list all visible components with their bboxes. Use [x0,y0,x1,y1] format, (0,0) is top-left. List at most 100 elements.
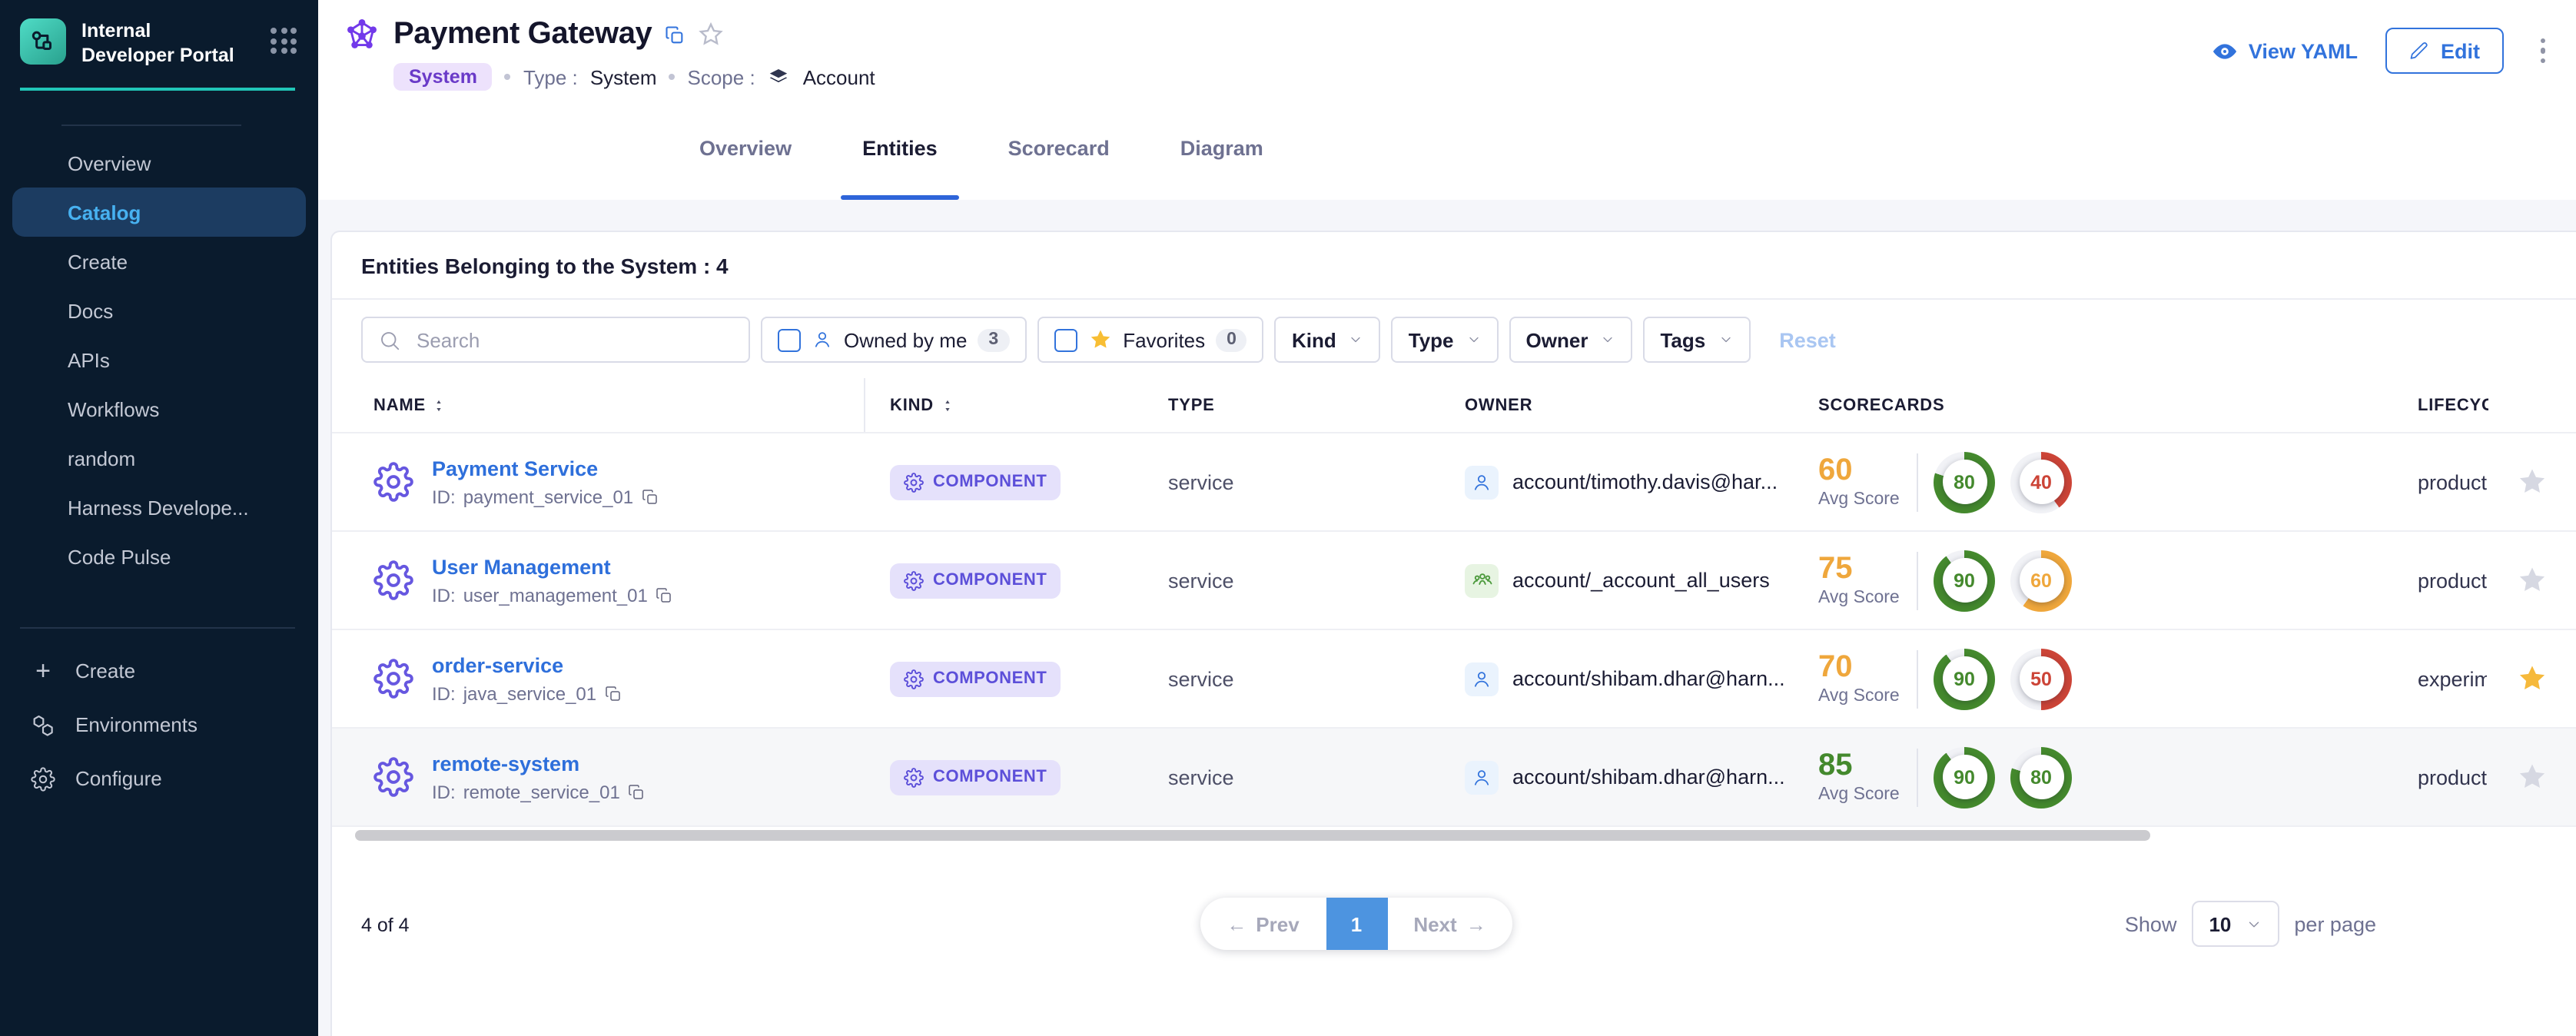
sidebar-item-overview[interactable]: Overview [12,138,306,188]
search-input[interactable] [413,327,733,353]
entity-id: ID:remote_service_01 [432,781,646,802]
table-row[interactable]: Payment Service ID:payment_service_01 CO [332,433,2576,532]
scorecard-gauge: 50 [2010,648,2072,709]
edit-button[interactable]: Edit [2385,28,2503,74]
page-size-select[interactable]: 10 [2192,901,2279,947]
page-header-left: Payment Gateway System Type : System Sco… [343,15,875,91]
column-header-name[interactable]: NAME [373,396,853,414]
view-yaml-button[interactable]: View YAML [2212,38,2358,64]
current-page-button[interactable]: 1 [1326,898,1387,950]
sidebar-item-apis[interactable]: APIs [12,335,306,384]
type-cell: service [1168,470,1234,493]
tab-scorecard[interactable]: Scorecard [987,95,1131,200]
horizontal-scrollbar [332,827,2576,844]
dot-separator [669,74,676,80]
entity-name-link[interactable]: User Management [432,555,674,578]
sidebar-item-create[interactable]: Create [12,237,306,286]
person-icon [1465,760,1499,794]
copy-icon[interactable] [656,586,674,604]
type-label: Type : [523,65,578,88]
pagination: 4 of 4 ← Prev 1 Next → Show [332,844,2576,991]
kind-dropdown[interactable]: Kind [1275,317,1381,363]
tab-overview[interactable]: Overview [678,95,813,200]
favorites-checkbox[interactable] [1054,328,1077,351]
type-dropdown[interactable]: Type [1392,317,1499,363]
owned-by-me-filter[interactable]: Owned by me 3 [761,317,1026,363]
tab-bar: Overview Entities Scorecard Diagram [318,95,2576,200]
scope-label: Scope : [688,65,755,88]
copy-icon[interactable] [641,487,659,506]
show-label: Show [2125,912,2177,935]
column-header-type: TYPE [1168,396,1215,414]
copy-icon[interactable] [628,782,646,801]
chevron-down-icon [1718,332,1733,347]
kind-chip: COMPONENT [890,661,1061,696]
favorite-star-icon[interactable] [2516,662,2548,695]
favorite-cell [2487,630,2576,727]
sort-icon[interactable] [432,396,446,414]
sidebar-item-docs[interactable]: Docs [12,286,306,335]
sidebar-item-catalog[interactable]: Catalog [12,188,306,237]
table-row[interactable]: remote-system ID:remote_service_01 COMPO [332,729,2576,827]
prev-page-button[interactable]: ← Prev [1200,898,1326,950]
sidebar-item-harness-developer[interactable]: Harness Develope... [12,483,306,532]
favorite-star-icon[interactable] [2516,761,2548,793]
entity-name-link[interactable]: remote-system [432,752,646,775]
score-divider [1917,453,1918,511]
component-gear-icon [373,560,413,600]
reset-button[interactable]: Reset [1779,328,1836,351]
prev-arrow-icon: ← [1227,912,1247,935]
sidebar-item-workflows[interactable]: Workflows [12,384,306,433]
sidebar-footer-configure[interactable]: Configure [0,752,318,805]
module-grid-icon[interactable] [271,18,297,54]
tab-entities[interactable]: Entities [841,95,959,200]
next-page-button[interactable]: Next → [1387,898,1512,950]
kebab-menu-icon[interactable] [2531,32,2554,70]
tab-diagram[interactable]: Diagram [1159,95,1285,200]
scorecard-gauge: 40 [2010,451,2072,513]
entity-name-cell: order-service ID:java_service_01 [373,653,853,704]
entity-name-link[interactable]: Payment Service [432,457,659,480]
table-row[interactable]: order-service ID:java_service_01 COMPONE [332,630,2576,729]
chevron-down-icon [2245,915,2262,932]
kind-cell: COMPONENT [890,661,1061,696]
favorite-star-icon[interactable] [698,22,724,48]
entity-name-link[interactable]: order-service [432,653,622,676]
column-header-kind[interactable]: KIND [890,396,954,414]
owner-cell: account/shibam.dhar@harn... [1465,760,1785,794]
favorites-count: 0 [1216,328,1247,351]
favorite-cell [2487,729,2576,825]
owner-dropdown[interactable]: Owner [1509,317,1633,363]
column-header-scorecards: SCORECARDS [1818,396,2410,414]
table-row[interactable]: User Management ID:user_management_01 CO [332,532,2576,630]
favorites-filter[interactable]: Favorites 0 [1037,317,1264,363]
sort-icon[interactable] [940,396,954,414]
chevron-down-icon [1349,332,1364,347]
gear-icon [904,570,924,590]
sidebar-item-code-pulse[interactable]: Code Pulse [12,532,306,581]
sidebar-footer-create[interactable]: + Create [0,644,318,698]
owner-cell: account/_account_all_users [1465,563,1770,597]
tags-dropdown[interactable]: Tags [1643,317,1750,363]
scope-value: Account [803,65,875,88]
lifecycle-cell: production [2418,765,2488,789]
copy-icon[interactable] [664,24,685,45]
sidebar-footer-environments[interactable]: Environments [0,698,318,752]
scorecards-cell: 85Avg Score 90 80 [1818,746,2410,808]
favorite-star-icon[interactable] [2516,466,2548,498]
type-value: System [590,65,657,88]
column-header-owner: OWNER [1465,396,1532,414]
scorecard-gauge: 80 [1934,451,1995,513]
favorite-cell [2487,433,2576,530]
kind-chip: COMPONENT [890,464,1061,500]
favorite-star-icon[interactable] [2516,564,2548,596]
kind-dropdown-label: Kind [1292,328,1336,351]
sidebar-item-random[interactable]: random [12,433,306,483]
search-box[interactable] [361,317,750,363]
scrollbar-thumb[interactable] [355,830,2150,841]
owned-by-me-checkbox[interactable] [778,328,801,351]
score-divider [1917,649,1918,708]
scorecard-gauge: 90 [1934,550,1995,611]
copy-icon[interactable] [604,684,622,702]
column-header-lifecycle: LIFECYCLE [2418,396,2488,414]
